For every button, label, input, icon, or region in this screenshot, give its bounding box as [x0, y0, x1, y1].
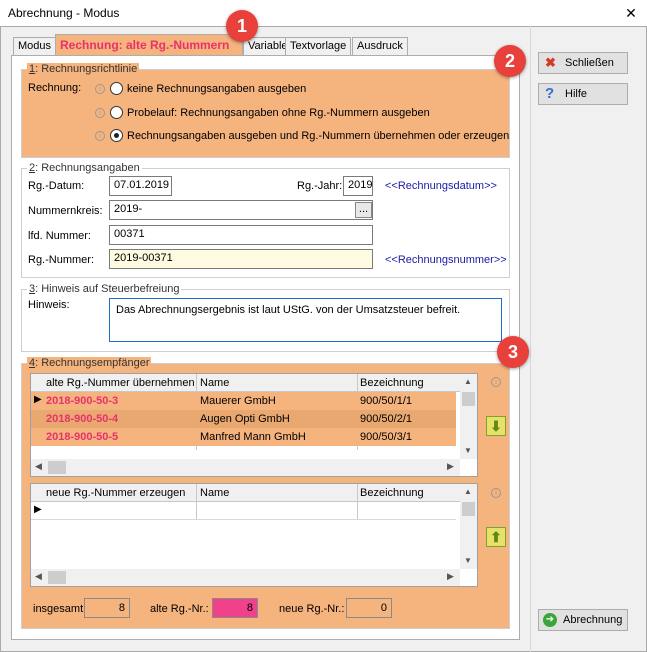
- info-icon: i: [95, 108, 105, 118]
- col-header[interactable]: alte Rg.-Nummer übernehmen: [46, 377, 195, 389]
- move-down-icon[interactable]: ⬇: [486, 416, 506, 436]
- horizontal-scrollbar[interactable]: ◀ ▶: [31, 459, 460, 476]
- col-header[interactable]: Bezeichnung: [360, 487, 424, 499]
- rg-jahr-input[interactable]: 2019: [343, 176, 373, 196]
- rg-datum-input[interactable]: 07.01.2019: [109, 176, 172, 196]
- tab-rechnung[interactable]: Rechnung: alte Rg.-Nummern: [55, 34, 243, 56]
- hinweis-label: Hinweis:: [28, 299, 70, 311]
- tab-modus[interactable]: Modus: [13, 37, 57, 55]
- group-title-3: 3: Hinweis auf Steuerbefreiung: [27, 283, 182, 295]
- neue-rg-grid: neue Rg.-Nummer erzeugen Name Bezeichnun…: [30, 483, 478, 587]
- tab-textvorlage[interactable]: Textvorlage: [285, 37, 352, 55]
- rechnungsdatum-link[interactable]: <<Rechnungsdatum>>: [385, 180, 497, 192]
- info-icon: i: [491, 377, 501, 387]
- tab-ausdruck[interactable]: Ausdruck: [352, 37, 408, 55]
- vertical-scrollbar[interactable]: ▲ ▼: [460, 484, 477, 569]
- grid-header: neue Rg.-Nummer erzeugen Name Bezeichnun…: [31, 484, 477, 502]
- badge-3: 3: [497, 336, 529, 368]
- group-title-2: 2: Rechnungsangaben: [27, 162, 142, 174]
- browse-button[interactable]: ...: [355, 202, 372, 218]
- radio-ausgeben-uebernehmen[interactable]: [110, 129, 123, 142]
- radio-keine[interactable]: [110, 82, 123, 95]
- grid-header: alte Rg.-Nummer übernehmen Name Bezeichn…: [31, 374, 477, 392]
- lfd-nummer-input[interactable]: 00371: [109, 225, 373, 245]
- rechnung-label: Rechnung:: [28, 82, 82, 94]
- rg-jahr-label: Rg.-Jahr:: [297, 180, 343, 192]
- alte-rg-grid: alte Rg.-Nummer übernehmen Name Bezeichn…: [30, 373, 478, 477]
- info-icon: i: [491, 488, 501, 498]
- insgesamt-count: 8: [84, 598, 130, 618]
- help-button[interactable]: ? Hilfe: [538, 83, 628, 105]
- info-icon: i: [95, 84, 105, 94]
- col-header[interactable]: Name: [200, 487, 229, 499]
- group-title-1: 1: Rechnungsrichtlinie: [27, 63, 140, 75]
- insgesamt-label: insgesamt:: [33, 603, 87, 615]
- info-icon: i: [95, 131, 105, 141]
- row-indicator-icon: ▶: [34, 504, 42, 515]
- nummernkreis-input[interactable]: 2019-: [109, 200, 373, 220]
- rechnungsnummer-link[interactable]: <<Rechnungsnummer>>: [385, 254, 507, 266]
- window-title: Abrechnung - Modus: [8, 6, 120, 20]
- rg-nummer-input[interactable]: 2019-00371: [109, 249, 373, 269]
- title-bar: Abrechnung - Modus ✕: [0, 0, 647, 26]
- table-row[interactable]: 2018-900-50-5 Manfred Mann GmbH 900/50/3…: [31, 428, 456, 446]
- group-title-4: 4: Rechnungsempfänger: [27, 357, 152, 369]
- nummernkreis-label: Nummernkreis:: [28, 205, 103, 217]
- neue-rg-label: neue Rg.-Nr.:: [279, 603, 345, 615]
- hinweis-textarea[interactable]: Das Abrechnungsergebnis ist laut UStG. v…: [109, 298, 502, 342]
- badge-1: 1: [226, 10, 258, 42]
- col-header[interactable]: Name: [200, 377, 229, 389]
- horizontal-scrollbar[interactable]: ◀ ▶: [31, 569, 460, 586]
- arrow-right-icon: ➔: [543, 613, 557, 627]
- radio-keine-label: keine Rechnungsangaben ausgeben: [127, 83, 307, 95]
- alte-rg-label: alte Rg.-Nr.:: [150, 603, 209, 615]
- rg-nummer-label: Rg.-Nummer:: [28, 254, 95, 266]
- move-up-icon[interactable]: ⬆: [486, 527, 506, 547]
- badge-2: 2: [494, 45, 526, 77]
- neue-rg-count: 0: [346, 598, 392, 618]
- close-button[interactable]: ✖ Schließen: [538, 52, 628, 74]
- col-header[interactable]: neue Rg.-Nummer erzeugen: [46, 487, 185, 499]
- table-row[interactable]: ▶: [31, 502, 456, 520]
- radio-probelauf[interactable]: [110, 106, 123, 119]
- abrechnung-button[interactable]: ➔ Abrechnung: [538, 609, 628, 631]
- help-icon: ?: [545, 85, 555, 102]
- radio-ausgeben-label: Rechnungsangaben ausgeben und Rg.-Nummer…: [127, 130, 510, 142]
- rg-datum-label: Rg.-Datum:: [28, 180, 85, 192]
- lfd-nummer-label: lfd. Nummer:: [28, 230, 91, 242]
- radio-probelauf-label: Probelauf: Rechnungsangaben ohne Rg.-Num…: [127, 107, 430, 119]
- row-indicator-icon: ▶: [34, 394, 42, 405]
- close-window-button[interactable]: ✕: [619, 2, 643, 24]
- table-row[interactable]: ▶ 2018-900-50-3 Mauerer GmbH 900/50/1/1: [31, 392, 456, 410]
- col-header[interactable]: Bezeichnung: [360, 377, 424, 389]
- alte-rg-count: 8: [212, 598, 258, 618]
- table-row[interactable]: 2018-900-50-4 Augen Opti GmbH 900/50/2/1: [31, 410, 456, 428]
- close-icon: ✖: [545, 55, 556, 70]
- vertical-scrollbar[interactable]: ▲ ▼: [460, 374, 477, 459]
